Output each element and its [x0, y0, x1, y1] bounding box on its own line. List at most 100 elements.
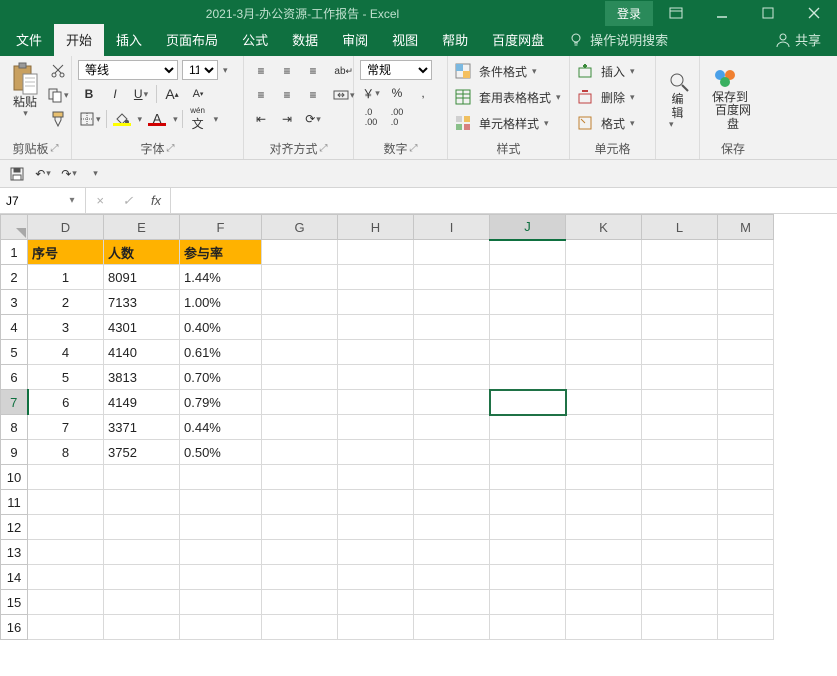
font-launcher[interactable]: ⤢	[167, 143, 175, 154]
col-header-I[interactable]: I	[414, 215, 490, 240]
clipboard-launcher[interactable]: ⤢	[51, 143, 59, 154]
cell-K9[interactable]	[566, 440, 642, 465]
cell-L12[interactable]	[642, 515, 718, 540]
enter-formula-button[interactable]: ✓	[114, 193, 142, 209]
cell-D2[interactable]: 1	[28, 265, 104, 290]
cell-G8[interactable]	[262, 415, 338, 440]
cell-H6[interactable]	[338, 365, 414, 390]
cell-H16[interactable]	[338, 615, 414, 640]
save-button[interactable]	[6, 163, 28, 185]
cell-G13[interactable]	[262, 540, 338, 565]
wrap-text-button[interactable]: ab↵	[332, 60, 356, 82]
cell-J8[interactable]	[490, 415, 566, 440]
cell-G10[interactable]	[262, 465, 338, 490]
cell-K14[interactable]	[566, 565, 642, 590]
cell-E5[interactable]: 4140	[104, 340, 180, 365]
cell-G16[interactable]	[262, 615, 338, 640]
cut-button[interactable]	[46, 60, 70, 82]
cell-E10[interactable]	[104, 465, 180, 490]
tab-file[interactable]: 文件	[4, 24, 54, 56]
tell-me-search[interactable]: 操作说明搜索	[556, 30, 680, 56]
fill-color-button[interactable]	[111, 108, 133, 130]
cell-D16[interactable]	[28, 615, 104, 640]
merge-center-button[interactable]: ▾	[332, 84, 356, 106]
cell-I13[interactable]	[414, 540, 490, 565]
cell-G12[interactable]	[262, 515, 338, 540]
cell-J15[interactable]	[490, 590, 566, 615]
cell-H14[interactable]	[338, 565, 414, 590]
cell-J10[interactable]	[490, 465, 566, 490]
col-header-D[interactable]: D	[28, 215, 104, 240]
cell-D7[interactable]: 6	[28, 390, 104, 415]
cell-K15[interactable]	[566, 590, 642, 615]
row-header-4[interactable]: 4	[1, 315, 28, 340]
tab-data[interactable]: 数据	[280, 24, 330, 56]
tab-help[interactable]: 帮助	[430, 24, 480, 56]
cell-H5[interactable]	[338, 340, 414, 365]
cell-E13[interactable]	[104, 540, 180, 565]
phonetic-button[interactable]: wén文	[187, 108, 209, 130]
cell-I7[interactable]	[414, 390, 490, 415]
cell-E3[interactable]: 7133	[104, 290, 180, 315]
cell-F14[interactable]	[180, 565, 262, 590]
cell-F8[interactable]: 0.44%	[180, 415, 262, 440]
cell-G9[interactable]	[262, 440, 338, 465]
cell-K10[interactable]	[566, 465, 642, 490]
cell-G5[interactable]	[262, 340, 338, 365]
name-box-dropdown[interactable]: ▾	[64, 195, 80, 206]
copy-button[interactable]: ▾	[46, 84, 70, 106]
cell-F15[interactable]	[180, 590, 262, 615]
worksheet-grid[interactable]: DEFGHIJKLM1序号人数参与率2180911.44%3271331.00%…	[0, 214, 837, 676]
cell-J12[interactable]	[490, 515, 566, 540]
cell-I6[interactable]	[414, 365, 490, 390]
cell-M6[interactable]	[718, 365, 774, 390]
italic-button[interactable]: I	[104, 83, 126, 105]
decrease-decimal-button[interactable]: .00.0	[386, 106, 408, 128]
cell-J6[interactable]	[490, 365, 566, 390]
cell-F16[interactable]	[180, 615, 262, 640]
cell-L11[interactable]	[642, 490, 718, 515]
cell-D14[interactable]	[28, 565, 104, 590]
formula-input[interactable]	[171, 188, 837, 213]
insert-function-button[interactable]: fx	[142, 193, 170, 208]
tab-insert[interactable]: 插入	[104, 24, 154, 56]
cell-L4[interactable]	[642, 315, 718, 340]
cell-D13[interactable]	[28, 540, 104, 565]
insert-cells-button[interactable]: 插入▾	[576, 60, 650, 82]
cell-M5[interactable]	[718, 340, 774, 365]
decrease-font-button[interactable]: A▾	[187, 83, 209, 105]
cell-I8[interactable]	[414, 415, 490, 440]
cell-H12[interactable]	[338, 515, 414, 540]
cell-styles-button[interactable]: 单元格样式▾	[454, 112, 564, 134]
number-format-select[interactable]: 常规	[360, 60, 432, 80]
col-header-L[interactable]: L	[642, 215, 718, 240]
cell-I10[interactable]	[414, 465, 490, 490]
share-button[interactable]: 共享	[759, 30, 837, 56]
name-box-input[interactable]	[0, 194, 64, 208]
cell-H2[interactable]	[338, 265, 414, 290]
cell-L10[interactable]	[642, 465, 718, 490]
increase-indent-button[interactable]: ⇥	[276, 108, 298, 130]
cell-H3[interactable]	[338, 290, 414, 315]
cell-D9[interactable]: 8	[28, 440, 104, 465]
cell-G14[interactable]	[262, 565, 338, 590]
tab-home[interactable]: 开始	[54, 24, 104, 56]
cell-J14[interactable]	[490, 565, 566, 590]
cell-G6[interactable]	[262, 365, 338, 390]
number-launcher[interactable]: ⤢	[410, 143, 418, 154]
tab-layout[interactable]: 页面布局	[154, 24, 230, 56]
cell-D6[interactable]: 5	[28, 365, 104, 390]
cell-F5[interactable]: 0.61%	[180, 340, 262, 365]
maximize-button[interactable]	[745, 0, 791, 26]
cell-K3[interactable]	[566, 290, 642, 315]
tab-baidu[interactable]: 百度网盘	[480, 24, 556, 56]
cell-I2[interactable]	[414, 265, 490, 290]
align-right-button[interactable]: ≡	[302, 84, 324, 106]
cell-D11[interactable]	[28, 490, 104, 515]
cell-J3[interactable]	[490, 290, 566, 315]
cell-L5[interactable]	[642, 340, 718, 365]
col-header-H[interactable]: H	[338, 215, 414, 240]
cell-E11[interactable]	[104, 490, 180, 515]
cell-H11[interactable]	[338, 490, 414, 515]
cell-I1[interactable]	[414, 240, 490, 265]
